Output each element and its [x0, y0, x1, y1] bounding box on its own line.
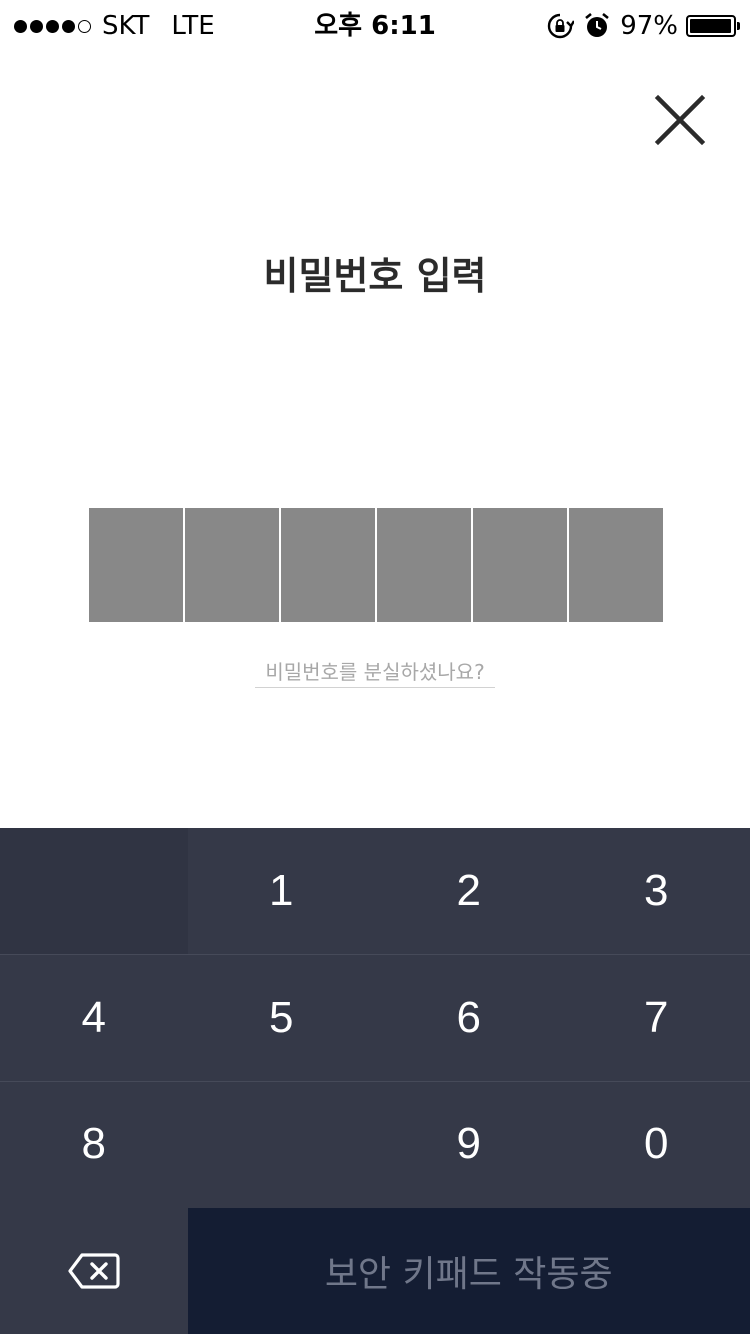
battery-icon: [686, 15, 740, 37]
status-bar: SKT LTE 오후 6:11 97%: [0, 0, 750, 52]
key-1[interactable]: 1: [188, 828, 376, 955]
key-4[interactable]: 4: [0, 955, 188, 1082]
backspace-icon: [68, 1253, 120, 1289]
pin-box: [377, 508, 471, 622]
pin-box: [89, 508, 183, 622]
pin-box: [281, 508, 375, 622]
key-8[interactable]: 8: [0, 1081, 188, 1208]
alarm-icon: [584, 12, 610, 40]
pin-box: [569, 508, 663, 622]
forgot-password-link[interactable]: 비밀번호를 분실하셨나요?: [255, 657, 495, 688]
keypad-blank-key: [188, 1081, 376, 1208]
key-0[interactable]: 0: [563, 1081, 750, 1208]
key-7[interactable]: 7: [563, 955, 750, 1082]
pin-input[interactable]: [89, 508, 663, 622]
pin-box: [473, 508, 567, 622]
pin-box: [185, 508, 279, 622]
page-title: 비밀번호 입력: [263, 254, 487, 298]
status-right: 97%: [536, 10, 740, 42]
key-9[interactable]: 9: [375, 1081, 563, 1208]
secure-keypad-status: 보안 키패드 작동중: [187, 1207, 750, 1334]
close-button[interactable]: [650, 90, 710, 150]
secure-keypad: 1 2 3 4 5 6 7 8 9 0 보안 키패드 작동중: [0, 828, 750, 1334]
backspace-button[interactable]: [0, 1207, 188, 1334]
battery-fill: [690, 19, 731, 33]
key-6[interactable]: 6: [375, 955, 563, 1082]
key-3[interactable]: 3: [563, 828, 750, 955]
close-icon: [654, 94, 706, 146]
rotation-lock-icon: [546, 12, 575, 40]
keypad-blank-key: [0, 828, 188, 955]
key-5[interactable]: 5: [188, 955, 376, 1082]
battery-percent: 97%: [620, 11, 678, 41]
key-2[interactable]: 2: [375, 828, 563, 955]
